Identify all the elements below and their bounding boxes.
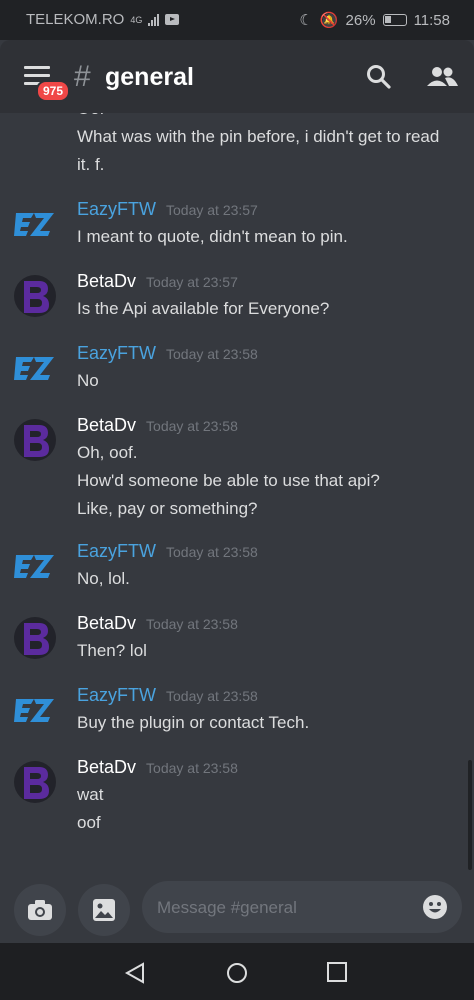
message-author[interactable]: EazyFTW Today at 23:58 [77, 343, 258, 364]
message-timestamp: Today at 23:58 [146, 616, 238, 632]
avatar-betadv[interactable] [14, 419, 56, 461]
author-name[interactable]: BetaDv [77, 757, 136, 777]
message-text: How'd someone be able to use that api? [77, 471, 380, 490]
network-label: 4G [130, 14, 143, 25]
message-list[interactable]: Oof What was with the pin before, i didn'… [0, 113, 474, 871]
clock: 11:58 [413, 11, 450, 29]
channel-name: general [105, 63, 194, 91]
message-author[interactable]: EazyFTW Today at 23:57 [77, 199, 258, 220]
message-text: Oh, oof. [77, 443, 138, 462]
system-nav-bar [0, 943, 474, 1000]
author-name[interactable]: BetaDv [77, 415, 136, 435]
avatar-betadv[interactable] [14, 275, 56, 317]
message-text: Then? lol [77, 641, 147, 660]
message-author[interactable]: EazyFTW Today at 23:58 [77, 685, 258, 706]
message-text: Buy the plugin or contact Tech. [77, 713, 310, 732]
image-button[interactable] [78, 884, 130, 936]
message-author[interactable]: BetaDv Today at 23:58 [77, 757, 238, 778]
back-icon[interactable] [124, 962, 146, 984]
message-timestamp: Today at 23:58 [146, 418, 238, 434]
mute-icon: 🔕 [319, 12, 339, 29]
battery-icon [382, 14, 407, 26]
message-text: No, lol. [77, 569, 130, 588]
message-author[interactable]: BetaDv Today at 23:58 [77, 613, 238, 634]
message-timestamp: Today at 23:57 [146, 274, 238, 290]
avatar-eazyftw[interactable] [14, 545, 56, 587]
camera-button[interactable] [14, 884, 66, 936]
carrier-label: TELEKOM.RO [26, 11, 125, 28]
message-text: oof [77, 813, 101, 832]
avatar-eazyftw[interactable] [14, 347, 56, 389]
scrollbar[interactable] [468, 760, 472, 870]
signal-icon [148, 13, 160, 26]
battery-label: 26% [345, 11, 376, 29]
author-name[interactable]: EazyFTW [77, 541, 156, 561]
avatar-betadv[interactable] [14, 617, 56, 659]
author-name[interactable]: EazyFTW [77, 343, 156, 363]
author-name[interactable]: BetaDv [77, 613, 136, 633]
home-icon[interactable] [226, 962, 248, 984]
author-name[interactable]: EazyFTW [77, 199, 156, 219]
message-author[interactable]: BetaDv Today at 23:57 [77, 271, 238, 292]
message-timestamp: Today at 23:58 [146, 760, 238, 776]
message-author[interactable]: EazyFTW Today at 23:58 [77, 541, 258, 562]
message-text: Is the Api available for Everyone? [77, 299, 330, 318]
author-name[interactable]: EazyFTW [77, 685, 156, 705]
camera-icon [28, 900, 52, 920]
message-timestamp: Today at 23:58 [166, 544, 258, 560]
message-timestamp: Today at 23:58 [166, 688, 258, 704]
youtube-icon [165, 14, 180, 25]
search-icon[interactable] [366, 64, 392, 90]
message-author[interactable]: BetaDv Today at 23:58 [77, 415, 238, 436]
author-name[interactable]: BetaDv [77, 271, 136, 291]
unread-badge: 975 [36, 80, 71, 102]
status-bar: TELEKOM.RO 4G ☾ 🔕 26% 11:58 [0, 0, 474, 40]
message-placeholder: Message #general [157, 898, 297, 917]
message-text: No [77, 371, 99, 390]
hash-icon: # [74, 60, 91, 93]
avatar-eazyftw[interactable] [14, 203, 56, 245]
message-text: Oof [77, 113, 104, 119]
recents-icon[interactable] [327, 962, 347, 982]
message-text: wat [77, 785, 104, 804]
message-text: it. f. [77, 155, 105, 174]
message-timestamp: Today at 23:58 [166, 346, 258, 362]
image-icon [93, 899, 115, 921]
message-text: I meant to quote, didn't mean to pin. [77, 227, 348, 246]
emoji-icon[interactable] [422, 894, 448, 920]
message-timestamp: Today at 23:57 [166, 202, 258, 218]
composer: Message #general [0, 871, 474, 943]
channel-header: 975 # general [0, 40, 474, 113]
do-not-disturb-icon: ☾ [299, 12, 313, 29]
message-text: Like, pay or something? [77, 499, 258, 518]
members-icon[interactable] [425, 64, 459, 90]
avatar-betadv[interactable] [14, 761, 56, 803]
avatar-eazyftw[interactable] [14, 689, 56, 731]
message-text: What was with the pin before, i didn't g… [77, 127, 440, 146]
message-input[interactable]: Message #general [142, 881, 462, 933]
